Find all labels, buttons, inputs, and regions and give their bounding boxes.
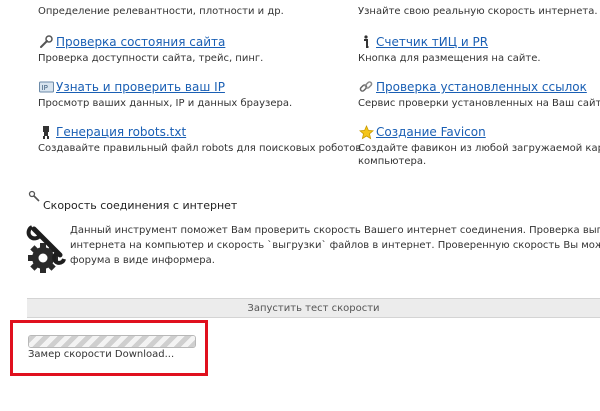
tool-robots: Генерация robots.txt Создавайте правильн… — [38, 124, 364, 154]
tool-real-speed: Узнайте свою реальную скорость интернета… — [358, 6, 598, 17]
progress-bar — [28, 335, 196, 348]
tool-favicon: Создание Favicon Создайте фавикон из люб… — [358, 124, 600, 167]
speed-section-title: Скорость соединения с интернет — [43, 199, 238, 212]
star-icon — [358, 124, 374, 140]
ip-check-link[interactable]: Узнать и проверить ваш IP — [56, 80, 225, 94]
tool-real-speed-desc: Узнайте свою реальную скорость интернета… — [358, 6, 598, 17]
progress-status: Замер скорости Download... — [28, 349, 175, 360]
robot-icon — [38, 124, 54, 140]
site-status-desc: Проверка доступности сайта, трейс, пинг. — [38, 53, 264, 64]
links-check-link[interactable]: Проверка установленных ссылок — [376, 80, 587, 94]
tool-ip-check: IP Узнать и проверить ваш IP Просмотр ва… — [38, 79, 292, 109]
tools-icon — [28, 187, 40, 206]
robots-link[interactable]: Генерация robots.txt — [56, 125, 186, 139]
site-status-link[interactable]: Проверка состояния сайта — [56, 35, 225, 49]
speed-section-desc: Данный инструмент поможет Вам проверить … — [70, 223, 600, 268]
favicon-link[interactable]: Создание Favicon — [376, 125, 486, 139]
links-check-desc: Сервис проверки установленных на Ваш сай… — [358, 98, 600, 109]
speed-desc-line2: интернета на компьютер и скорость `выгру… — [70, 240, 600, 251]
favicon-desc-line2: компьютера. — [358, 156, 427, 167]
tool-site-status: Проверка состояния сайта Проверка доступ… — [38, 34, 263, 64]
ip-check-desc: Просмотр ваших данных, IP и данных брауз… — [38, 98, 293, 109]
link-icon — [358, 79, 374, 95]
speed-desc-line3: форума в виде информера. — [70, 255, 215, 266]
robots-desc: Создавайте правильный файл robots для по… — [38, 143, 365, 154]
favicon-desc-line1: Создайте фавикон из любой загружаемой ка… — [358, 143, 600, 154]
wrench-icon — [38, 34, 54, 50]
progress-fill — [29, 336, 195, 347]
tic-pr-link[interactable]: Счетчик тИЦ и PR — [376, 35, 488, 49]
highlight-box — [10, 320, 208, 376]
tool-relevance: Определение релевантности, плотности и д… — [38, 6, 284, 17]
svg-text:IP: IP — [41, 84, 47, 92]
tool-tic-pr: Счетчик тИЦ и PR Кнопка для размещения н… — [358, 34, 541, 64]
ip-icon: IP — [38, 79, 54, 95]
speed-desc-line1: Данный инструмент поможет Вам проверить … — [70, 225, 600, 236]
gear-wrench-icon — [26, 225, 68, 279]
tool-relevance-desc: Определение релевантности, плотности и д… — [38, 6, 284, 17]
tool-links-check: Проверка установленных ссылок Сервис про… — [358, 79, 600, 109]
tic-pr-desc: Кнопка для размещения на сайте. — [358, 53, 541, 64]
info-icon — [358, 34, 374, 50]
start-speed-test-button[interactable]: Запустить тест скорости — [27, 298, 600, 318]
